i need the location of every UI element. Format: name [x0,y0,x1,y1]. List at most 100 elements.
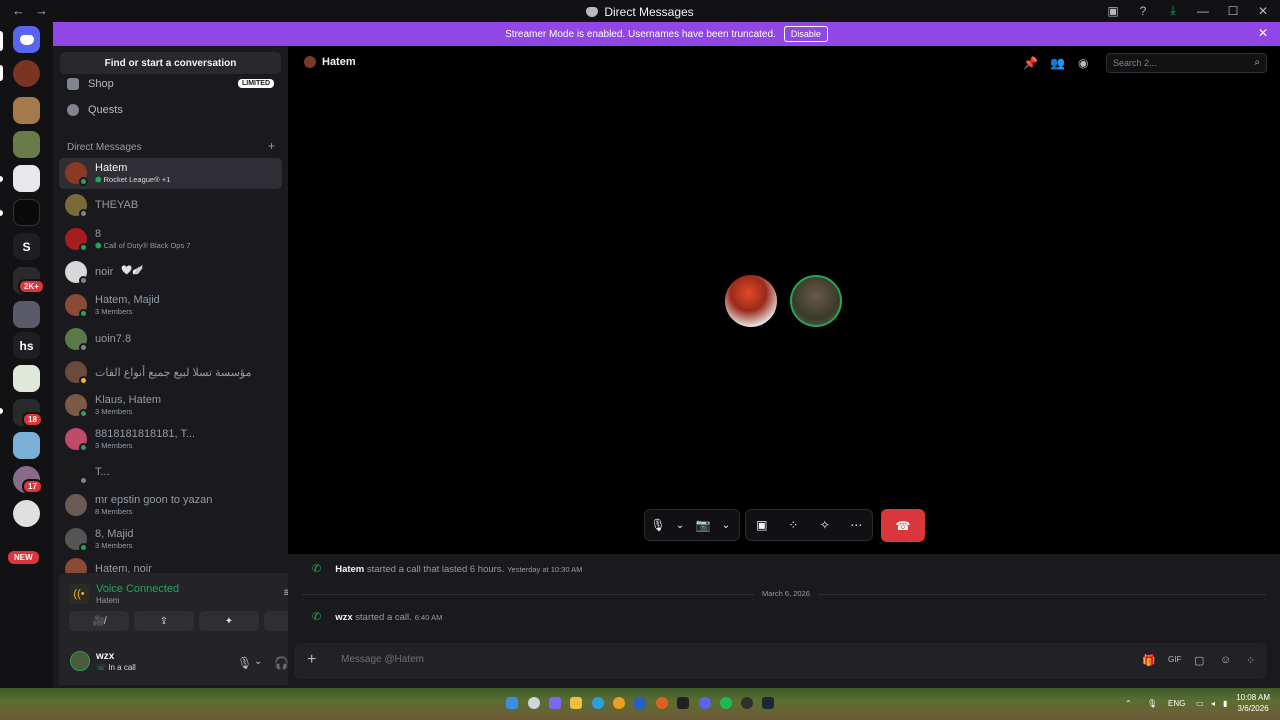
hang-up-button[interactable]: ☎ [881,509,925,542]
chevron-up-icon[interactable]: ⌃ [1125,699,1132,708]
soundboard-icon[interactable]: ✧ [809,518,841,532]
nav-item-shop[interactable]: Shop [67,78,114,90]
channel-name[interactable]: Hatem [322,56,356,68]
pin-icon[interactable]: 📌 [1023,56,1038,70]
discord-taskbar-icon[interactable] [699,697,711,709]
search-icon[interactable] [528,697,540,709]
gift-icon[interactable]: 🎁 [1142,654,1156,667]
add-dm-button[interactable]: + [268,139,275,153]
unread-pill [0,176,3,182]
message-author[interactable]: Hatem [335,564,364,575]
activity-icon[interactable]: ⁘ [778,518,810,532]
dm-item[interactable]: T... [59,457,282,488]
participant-avatar-speaking[interactable] [790,275,842,327]
dm-item[interactable]: mr epstin goon to yazan 8 Members [59,490,282,521]
gif-icon[interactable]: GIF [1168,655,1181,664]
help-icon[interactable]: ? [1136,4,1150,18]
disable-button[interactable]: Disable [783,26,828,42]
message-input[interactable]: Message @Hatem [341,654,424,665]
avatar[interactable] [70,651,90,671]
microphone-icon[interactable]: 🎙 [645,518,671,532]
app-icon[interactable] [634,697,646,709]
sticker-icon[interactable]: ▢ [1194,654,1204,667]
headphones-icon[interactable]: 🎧 [274,656,289,670]
unread-pill [0,210,3,216]
dm-item[interactable]: Hatem ⬢ Rocket League® +1 [59,158,282,189]
add-friends-icon[interactable]: 👥 [1050,56,1065,70]
server-icon[interactable] [13,301,40,328]
add-attachment-icon[interactable]: + [307,651,316,669]
dm-item[interactable]: 8 ⬢ Call of Duty® Black Ops 7 [59,224,282,255]
message-composer[interactable]: + Message @Hatem 🎁 GIF ▢ ☺ ⁘ [294,643,1267,679]
nav-item-quests[interactable]: Quests [67,104,123,116]
phone-icon: ✆ [312,611,322,623]
dm-item[interactable]: noir 🤍🪽 [59,257,282,288]
dm-item[interactable]: Klaus, Hatem 3 Members [59,390,282,421]
dm-item[interactable]: 8818181818181, T... 3 Members [59,424,282,455]
spotify-icon[interactable] [720,697,732,709]
steam-icon[interactable] [762,697,774,709]
message-author[interactable]: wzx [335,612,352,623]
microphone-icon[interactable]: 🎙 [237,656,252,670]
maximize-button[interactable]: ☐ [1226,4,1240,18]
dm-item[interactable]: مؤسسة تسلا لبيع جميع أنواع القات [59,357,282,388]
microphone-icon[interactable]: 🎙 [1147,699,1157,708]
server-icon[interactable] [13,97,40,124]
screen-share-icon[interactable]: ▣ [746,518,778,532]
dm-item[interactable]: uoin7.8 [59,324,282,355]
start-icon[interactable] [506,697,518,709]
chevron-down-icon[interactable]: ⌄ [717,520,735,531]
camera-off-icon[interactable]: 📷 [689,518,717,532]
chevron-down-icon[interactable]: ⌄ [671,520,689,531]
screen-share-button[interactable]: ⇪ [134,611,194,631]
close-button[interactable]: ✕ [1256,4,1270,18]
dm-item[interactable]: 8, Majid 3 Members [59,524,282,555]
home-button[interactable] [13,26,40,53]
server-icon[interactable] [13,165,40,192]
volume-icon[interactable]: ◂ [1211,699,1215,708]
dm-item[interactable]: THEYAB [59,190,282,221]
language-indicator[interactable]: ENG [1168,699,1185,708]
voice-status[interactable]: Voice Connected [96,583,179,595]
server-icon[interactable] [13,60,40,87]
search-input[interactable]: Search 2... ⌕ [1106,53,1267,73]
unread-pill [0,65,3,81]
more-icon[interactable]: ⋯ [841,518,873,532]
find-conversation-button[interactable]: Find or start a conversation [60,52,281,74]
copilot-icon[interactable] [549,697,561,709]
chrome-icon[interactable] [613,697,625,709]
edge-icon[interactable] [592,697,604,709]
chevron-down-icon[interactable]: ⌄ [254,656,262,667]
activity-button[interactable]: ✦ [199,611,259,631]
file-explorer-icon[interactable] [570,697,582,709]
minimize-button[interactable]: — [1196,4,1210,18]
download-icon[interactable]: ⤓ [1166,3,1180,18]
close-icon[interactable]: ✕ [1258,26,1268,40]
inbox-icon[interactable]: ▣ [1106,4,1120,18]
dm-name: 8818181818181, T... [95,428,196,440]
server-icon[interactable] [13,131,40,158]
avatar [304,56,316,68]
participant-avatar[interactable] [725,275,777,327]
server-icon[interactable] [13,199,40,226]
status-indicator [79,276,88,285]
server-icon[interactable] [13,500,40,527]
phone-icon: ☏ [96,663,107,672]
battery-icon[interactable]: ▮ [1223,699,1227,708]
voice-channel[interactable]: Hatem [96,596,120,605]
apps-icon[interactable]: ⁘ [1246,654,1255,667]
x-icon[interactable] [677,697,689,709]
server-icon[interactable]: hs [13,332,40,359]
server-icon[interactable] [13,365,40,392]
server-icon[interactable] [13,432,40,459]
server-icon[interactable]: S [13,233,40,260]
camera-button[interactable]: 🎥̸ [69,611,129,631]
firefox-icon[interactable] [656,697,668,709]
dm-item[interactable]: Hatem, Majid 3 Members [59,290,282,321]
clock[interactable]: 10:08 AM 3/6/2026 [1236,693,1270,713]
emoji-icon[interactable]: ☺ [1220,654,1231,666]
app-icon[interactable] [741,697,753,709]
profile-icon[interactable]: ◉ [1078,56,1088,70]
status-indicator [79,376,88,385]
network-icon[interactable]: ▭ [1196,699,1204,708]
